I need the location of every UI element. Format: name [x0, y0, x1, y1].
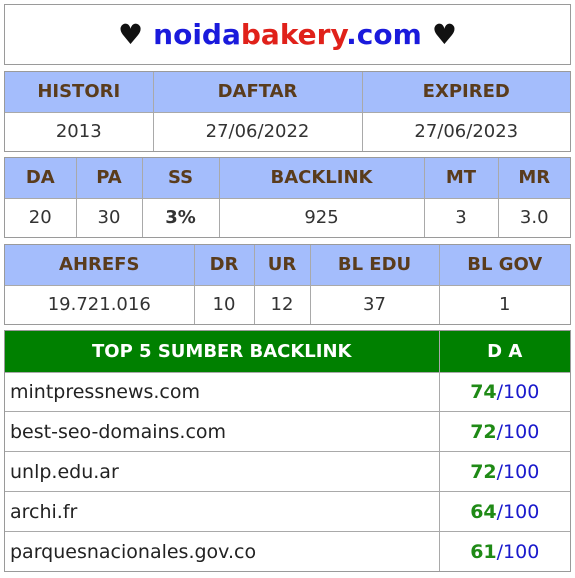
backlink-da-max: /100 [496, 540, 540, 563]
value-ss: 3% [141, 197, 220, 237]
table-row: unlp.edu.ar 72/100 [5, 451, 570, 493]
top-backlinks-table: TOP 5 SUMBER BACKLINK D A mintpressnews.… [4, 330, 571, 572]
backlink-da-value: 72 [470, 420, 497, 443]
header-backlink: BACKLINK [218, 158, 425, 199]
heart-icon-right: ♥ [431, 18, 457, 51]
table-row: best-seo-domains.com 72/100 [5, 411, 570, 453]
value-backlink: 925 [218, 197, 425, 237]
backlink-da: 61/100 [438, 531, 570, 571]
header-bl-edu: BL EDU [309, 245, 440, 286]
backlink-domain: unlp.edu.ar [5, 451, 440, 493]
header-top-sources: TOP 5 SUMBER BACKLINK [5, 331, 440, 373]
value-bl-edu: 37 [309, 284, 440, 324]
history-table: HISTORI DAFTAR EXPIRED 2013 27/06/2022 2… [4, 71, 571, 152]
header-daftar: DAFTAR [152, 72, 363, 113]
value-mr: 3.0 [497, 197, 570, 237]
backlink-domain: mintpressnews.com [5, 371, 440, 413]
backlink-da-max: /100 [496, 460, 540, 483]
ahrefs-table: AHREFS DR UR BL EDU BL GOV 19.721.016 10… [4, 244, 571, 325]
backlink-domain: parquesnacionales.gov.co [5, 531, 440, 571]
site-title-part-tld: .com [346, 18, 422, 51]
site-title-banner: ♥ noidabakery.com ♥ [4, 4, 571, 65]
value-daftar: 27/06/2022 [152, 111, 363, 151]
header-pa: PA [75, 158, 143, 199]
header-expired: EXPIRED [361, 72, 570, 113]
header-mr: MR [497, 158, 570, 199]
backlink-da-max: /100 [496, 420, 540, 443]
header-top-da: D A [438, 331, 570, 373]
header-dr: DR [193, 245, 255, 286]
site-title: noidabakery.com [153, 18, 422, 51]
table-row: mintpressnews.com 74/100 [5, 371, 570, 413]
value-expired: 27/06/2023 [361, 111, 570, 151]
header-histori: HISTORI [5, 72, 154, 113]
header-mt: MT [423, 158, 499, 199]
value-pa: 30 [75, 197, 143, 237]
value-histori: 2013 [5, 111, 154, 151]
heart-icon-left: ♥ [118, 18, 144, 51]
table-row: parquesnacionales.gov.co 61/100 [5, 531, 570, 571]
value-ahrefs: 19.721.016 [5, 284, 195, 324]
site-title-part-noida: noida [153, 18, 241, 51]
backlink-da-value: 61 [470, 540, 497, 563]
metrics-table: DA PA SS BACKLINK MT MR 20 30 3% 925 3 3… [4, 157, 571, 238]
header-ss: SS [141, 158, 220, 199]
backlink-da-value: 74 [470, 380, 497, 403]
backlink-da-max: /100 [496, 500, 540, 523]
backlink-da-max: /100 [496, 380, 540, 403]
value-ur: 12 [253, 284, 311, 324]
table-row: archi.fr 64/100 [5, 491, 570, 533]
header-ur: UR [253, 245, 311, 286]
header-ahrefs: AHREFS [5, 245, 195, 286]
value-bl-gov: 1 [438, 284, 570, 324]
backlink-da-value: 64 [470, 500, 497, 523]
backlink-da: 74/100 [438, 371, 570, 413]
header-bl-gov: BL GOV [438, 245, 570, 286]
backlink-da: 72/100 [438, 411, 570, 453]
backlink-da: 64/100 [438, 491, 570, 533]
value-da: 20 [5, 197, 77, 237]
backlink-da: 72/100 [438, 451, 570, 493]
backlink-domain: best-seo-domains.com [5, 411, 440, 453]
value-dr: 10 [193, 284, 255, 324]
header-da: DA [5, 158, 77, 199]
value-mt: 3 [423, 197, 499, 237]
backlink-domain: archi.fr [5, 491, 440, 533]
site-title-part-bakery: bakery [240, 18, 347, 51]
backlink-da-value: 72 [470, 460, 497, 483]
